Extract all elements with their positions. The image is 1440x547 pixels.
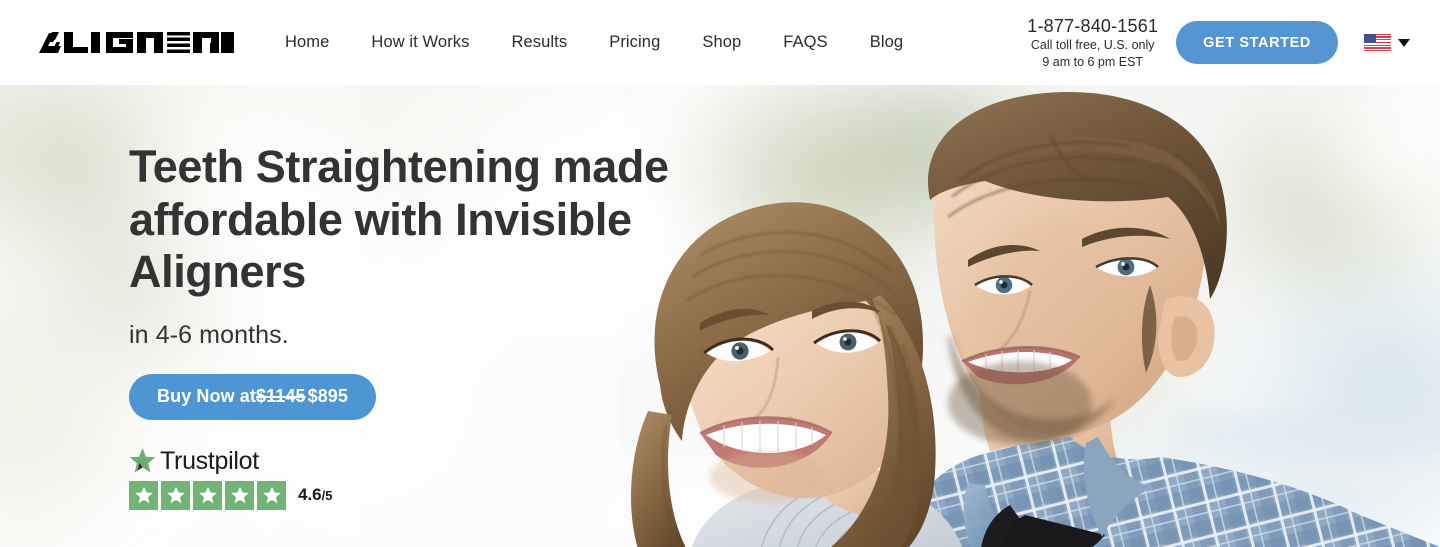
rating-star-1	[129, 480, 158, 510]
brand-logo[interactable]	[38, 30, 234, 56]
star-icon	[166, 486, 185, 504]
us-flag-icon	[1364, 33, 1391, 52]
phone-number[interactable]: 1-877-840-1561	[1027, 15, 1158, 38]
rating-max: /5	[321, 488, 333, 504]
trustpilot-rating-row: 4.6 /5	[129, 480, 769, 510]
trustpilot-brand[interactable]: Trustpilot	[129, 447, 769, 476]
trustpilot-score: 4.6 /5	[298, 485, 332, 505]
rating-star-2	[161, 480, 190, 510]
main-navigation: Home How it Works Results Pricing Shop F…	[264, 27, 924, 58]
nav-item-results[interactable]: Results	[491, 27, 589, 58]
hero-headline: Teeth Straightening made affordable with…	[129, 141, 669, 298]
phone-hours-line-1: Call toll free, U.S. only	[1030, 38, 1155, 53]
star-icon	[230, 486, 249, 504]
rating-value: 4.6	[298, 485, 322, 505]
phone-hours-line-2: 9 am to 6 pm EST	[1042, 54, 1144, 69]
buy-now-prefix: Buy Now at	[157, 386, 257, 407]
rating-star-4	[225, 480, 254, 510]
nav-item-faqs[interactable]: FAQS	[762, 27, 848, 58]
contact-phone-block[interactable]: 1-877-840-1561 Call toll free, U.S. only…	[1027, 15, 1158, 71]
trustpilot-wordmark: Trustpilot	[160, 446, 259, 475]
nav-item-blog[interactable]: Blog	[849, 27, 924, 58]
hero-section: Teeth Straightening made affordable with…	[0, 85, 1440, 547]
locale-selector[interactable]	[1364, 33, 1410, 52]
buy-now-new-price: $895	[307, 386, 349, 407]
trustpilot-star-icon	[129, 448, 156, 474]
hero-subheadline: in 4-6 months.	[129, 320, 289, 349]
get-started-button[interactable]: GET STARTED	[1176, 21, 1338, 64]
nav-item-how-it-works[interactable]: How it Works	[350, 27, 490, 58]
site-header: Home How it Works Results Pricing Shop F…	[0, 0, 1440, 85]
alignerco-logotype-icon	[39, 31, 234, 53]
buy-now-button[interactable]: Buy Now at $1145 $895	[129, 373, 377, 420]
star-icon	[262, 486, 281, 504]
buy-now-old-price: $1145	[256, 386, 306, 407]
hero-content: Teeth Straightening made affordable with…	[129, 141, 769, 510]
header-right-cluster: 1-877-840-1561 Call toll free, U.S. only…	[1027, 15, 1410, 71]
star-icon	[134, 486, 153, 504]
rating-star-3	[193, 480, 222, 510]
nav-item-shop[interactable]: Shop	[681, 27, 762, 58]
nav-item-pricing[interactable]: Pricing	[588, 27, 681, 58]
trustpilot-widget[interactable]: Trustpilot 4.6 /5	[129, 447, 769, 510]
chevron-down-icon[interactable]	[1398, 38, 1410, 47]
rating-star-5	[257, 480, 286, 510]
nav-item-home[interactable]: Home	[264, 27, 350, 58]
star-icon	[198, 486, 217, 504]
